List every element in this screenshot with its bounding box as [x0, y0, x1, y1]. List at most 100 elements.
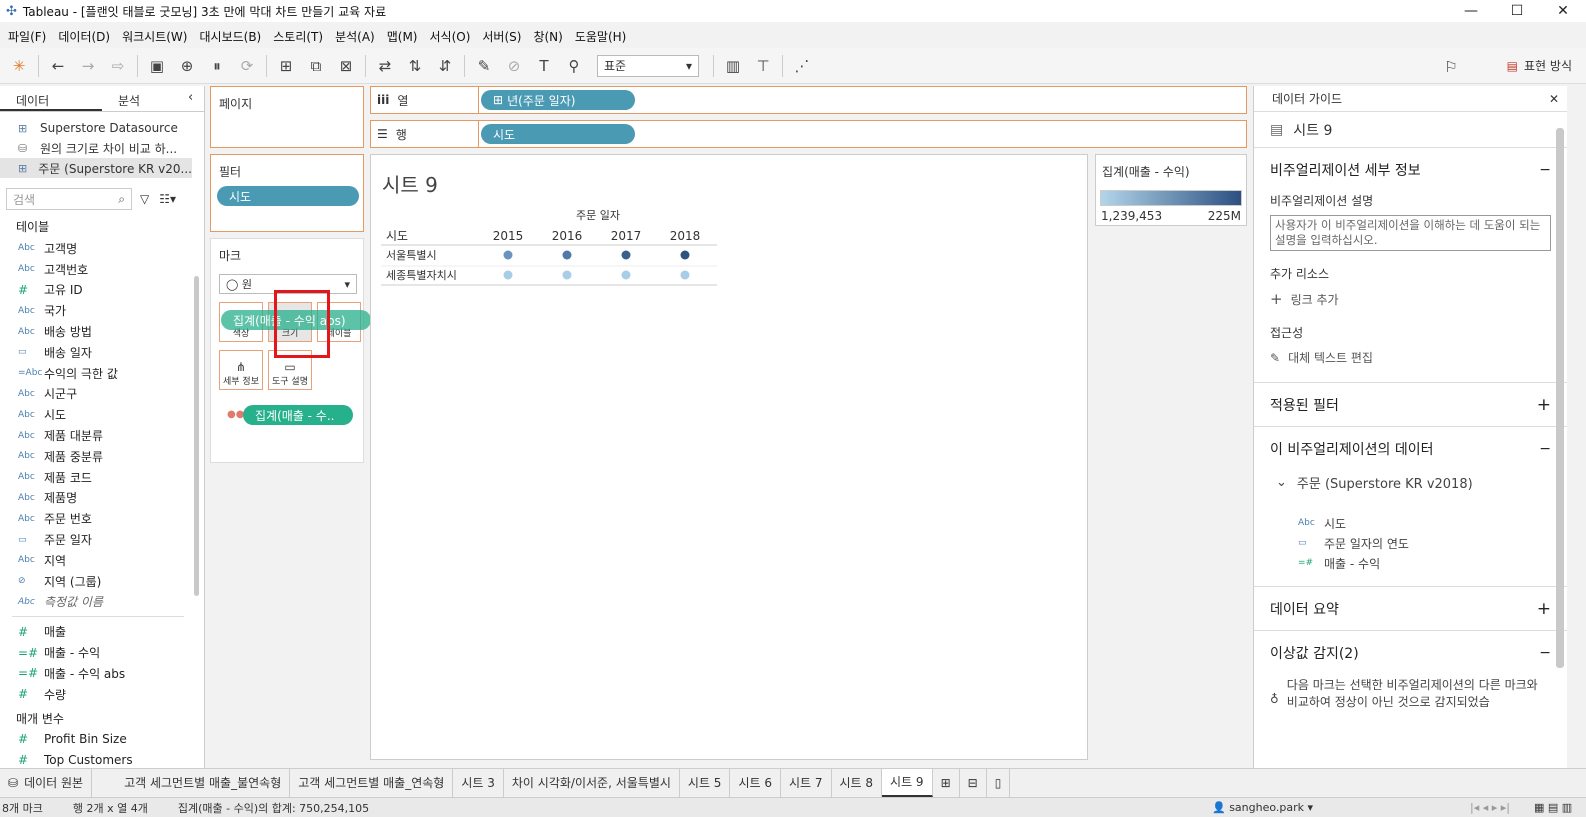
menu-help[interactable]: 도움말(H) [575, 28, 627, 45]
close-guide-icon[interactable]: ✕ [1549, 92, 1559, 106]
tab-sheet[interactable]: 시트 7 [781, 768, 832, 797]
duplicate-sheet-icon[interactable]: ⧉ [301, 51, 331, 81]
guide-scrollbar[interactable] [1556, 128, 1564, 668]
alt-text-button[interactable]: ✎ 대체 텍스트 편집 [1254, 341, 1567, 383]
dimension-field[interactable]: Abc 고객번호 [0, 259, 204, 280]
datasource-item[interactable]: ⛁ 원의 크기로 차이 비교 하... [0, 138, 204, 158]
fit-dropdown[interactable]: 표준 ▾ [597, 54, 699, 77]
detail-button[interactable]: ⋔ 세부 정보 [219, 350, 263, 390]
show-cards-icon[interactable]: ▥ [718, 51, 748, 81]
dimension-field[interactable]: Abc 제품명 [0, 488, 204, 509]
column-pill[interactable]: ⊞ 년(주문 일자) [481, 90, 635, 110]
tab-sheet[interactable]: 차이 시각화/이서준, 서울특별시 [504, 768, 680, 797]
source-node[interactable]: ⌄ 주문 (Superstore KR v2018) [1254, 471, 1567, 493]
chart-mark[interactable] [562, 270, 572, 280]
share-icon[interactable]: ⋰ [787, 51, 817, 81]
dimension-field[interactable]: Abc 제품 코드 [0, 467, 204, 488]
dimension-field[interactable]: Abc 배송 방법 [0, 321, 204, 342]
tab-sheet[interactable]: 고객 세그먼트별 매출_불연속형 [116, 768, 291, 797]
legend-gradient[interactable] [1100, 190, 1242, 206]
dimension-field[interactable]: Abc 측정값 이름 [0, 592, 204, 613]
show-labels-icon[interactable]: T [529, 51, 559, 81]
dimension-field[interactable]: # 고유 ID [0, 280, 204, 301]
view-options-icon[interactable]: ☷▾ [159, 192, 176, 206]
new-worksheet-tab-icon[interactable]: ⊞ [933, 768, 960, 797]
menu-format[interactable]: 서식(O) [430, 28, 471, 45]
user-menu[interactable]: 👤 sangheo.park ▾ [1212, 801, 1313, 814]
menu-story[interactable]: 스토리(T) [273, 28, 323, 45]
chart-mark[interactable] [503, 250, 513, 260]
new-worksheet-icon[interactable]: ⊞ [271, 51, 301, 81]
menu-worksheet[interactable]: 워크시트(W) [122, 28, 187, 45]
dimension-field[interactable]: Abc 지역 [0, 550, 204, 571]
dimension-field[interactable]: ▭ 주문 일자 [0, 529, 204, 550]
minimize-icon[interactable]: — [1448, 0, 1494, 22]
menu-window[interactable]: 창(N) [533, 28, 562, 45]
dimension-field[interactable]: Abc 시군구 [0, 384, 204, 405]
data-guide-icon[interactable]: ⚐ [1436, 52, 1466, 82]
tab-sheet[interactable]: 시트 6 [730, 768, 781, 797]
tab-sheet-active[interactable]: 시트 9 [882, 768, 933, 797]
outlier-section-header[interactable]: 이상값 감지(2) − [1254, 631, 1567, 675]
measure-field[interactable]: # 수량 [0, 684, 204, 705]
dimension-field[interactable]: Abc 제품 중분류 [0, 446, 204, 467]
rows-shelf[interactable]: ☰ 행 시도 [370, 120, 1247, 148]
tab-sheet[interactable]: 시트 5 [680, 768, 731, 797]
dimension-field[interactable]: Abc 국가 [0, 300, 204, 321]
close-window-icon[interactable]: ✕ [1540, 0, 1586, 22]
menu-map[interactable]: 맵(M) [387, 28, 418, 45]
menu-dashboard[interactable]: 대시보드(B) [199, 28, 261, 45]
collapse-pane-icon[interactable]: ‹ [188, 90, 193, 105]
chart-mark[interactable] [562, 250, 572, 260]
maximize-icon[interactable]: ☐ [1494, 0, 1540, 22]
dimension-field[interactable]: Abc 주문 번호 [0, 508, 204, 529]
redo-icon[interactable]: → [73, 51, 103, 81]
replace-data-icon[interactable]: ⇨ [103, 51, 133, 81]
tab-sheet[interactable]: 시트 8 [832, 768, 883, 797]
menu-data[interactable]: 데이터(D) [58, 28, 110, 45]
filters-shelf[interactable]: 필터 시도 [210, 154, 364, 232]
highlight-icon[interactable]: ✎ [469, 51, 499, 81]
save-icon[interactable]: ▣ [142, 51, 172, 81]
filter-pill[interactable]: 시도 [217, 186, 359, 206]
chart-mark[interactable] [503, 270, 513, 280]
filter-fields-icon[interactable]: ▽ [140, 192, 149, 206]
search-input[interactable]: 검색 ⌕ [6, 188, 132, 210]
filters-section-header[interactable]: 적용된 필터 + [1254, 383, 1567, 427]
menu-analysis[interactable]: 분석(A) [335, 28, 375, 45]
menu-file[interactable]: 파일(F) [8, 28, 46, 45]
add-link-button[interactable]: + 링크 추가 [1254, 282, 1567, 308]
dimension-field[interactable]: ⊘ 지역 (그룹) [0, 571, 204, 592]
show-me-button[interactable]: ▤ 표현 방식 [1507, 57, 1572, 74]
tab-data[interactable]: 데이터 [0, 86, 102, 111]
tab-datasource[interactable]: ⛁ 데이터 원본 [0, 768, 93, 797]
data-section-header[interactable]: 이 비주얼리제이션의 데이터 − [1254, 427, 1567, 471]
dimension-field[interactable]: Abc 고객명 [0, 238, 204, 259]
menu-server[interactable]: 서버(S) [482, 28, 521, 45]
new-story-tab-icon[interactable]: ▯ [987, 768, 1011, 797]
row-pill[interactable]: 시도 [481, 124, 635, 144]
chart-mark[interactable] [680, 270, 690, 280]
parameter-field[interactable]: # Profit Bin Size [0, 729, 204, 750]
dimension-field[interactable]: =Abc 수익의 극한 값 [0, 363, 204, 384]
undo-icon[interactable]: ← [43, 51, 73, 81]
new-dashboard-tab-icon[interactable]: ⊟ [960, 768, 987, 797]
refresh-icon[interactable]: ⟳ [232, 51, 262, 81]
measure-field[interactable]: # 매출 [0, 621, 204, 642]
new-datasource-icon[interactable]: ⊕ [172, 51, 202, 81]
columns-shelf[interactable]: iii 열 ⊞ 년(주문 일자) [370, 86, 1247, 114]
tab-sheet[interactable]: 고객 세그먼트별 매출_연속형 [290, 768, 454, 797]
fix-axes-icon[interactable]: ⚲ [559, 51, 589, 81]
sheet-nav-icons[interactable]: |◂ ◂ ▸ ▸| [1470, 801, 1510, 814]
measure-field[interactable]: =# 매출 - 수익 abs [0, 663, 204, 684]
group-icon[interactable]: ⊘ [499, 51, 529, 81]
presentation-mode-icon[interactable]: ⊤ [748, 51, 778, 81]
dimension-field[interactable]: ▭ 배송 일자 [0, 342, 204, 363]
pages-shelf[interactable]: 페이지 [210, 86, 364, 148]
chart-mark[interactable] [621, 250, 631, 260]
chart-mark[interactable] [621, 270, 631, 280]
datasource-item-selected[interactable]: ⊞ 주문 (Superstore KR v20... [0, 158, 192, 178]
clear-sheet-icon[interactable]: ⊠ [331, 51, 361, 81]
measure-field[interactable]: =# 매출 - 수익 [0, 642, 204, 663]
tableau-home-icon[interactable]: ✳ [4, 51, 34, 81]
